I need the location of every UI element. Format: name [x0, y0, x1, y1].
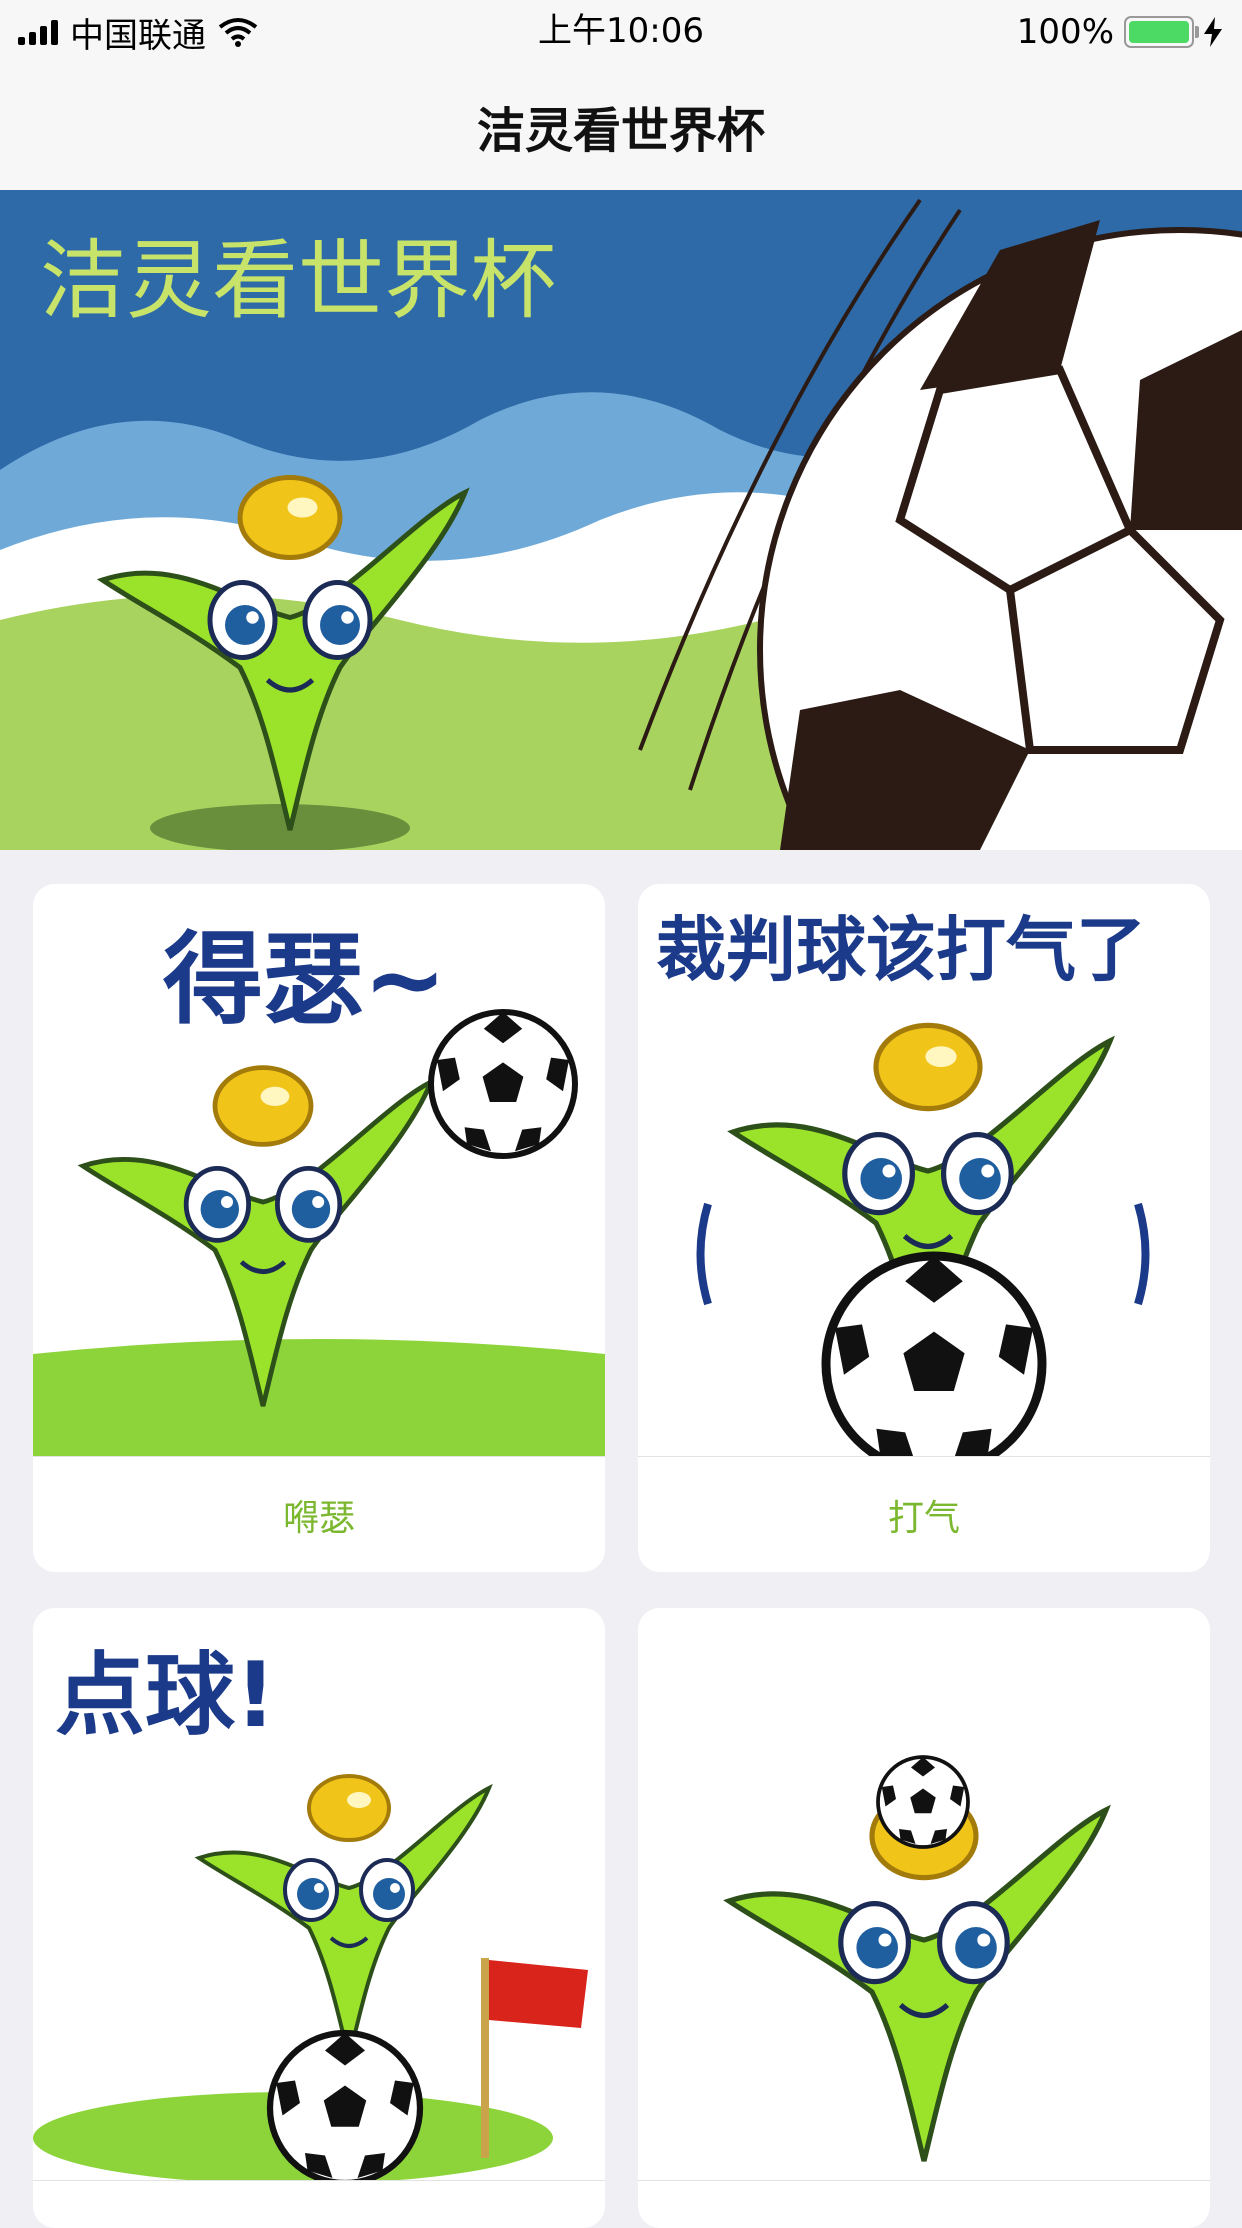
sticker-card[interactable] — [638, 1608, 1210, 2228]
sticker-caption — [638, 2180, 1210, 2228]
sticker-image: 裁判球该打气了 — [638, 884, 1210, 1456]
sticker-image-text: 得瑟~ — [163, 921, 447, 1038]
page-title: 洁灵看世界杯 — [476, 103, 765, 159]
navigation-bar: 洁灵看世界杯 — [0, 62, 1242, 191]
soccer-ball-icon — [431, 1012, 575, 1156]
banner[interactable]: 洁灵看世界杯 — [0, 190, 1242, 850]
sticker-image-text: 点球! — [55, 1643, 276, 1748]
banner-illustration: 洁灵看世界杯 — [0, 190, 1242, 850]
sticker-caption — [33, 2180, 605, 2228]
sticker-caption: 嘚瑟 — [33, 1456, 605, 1572]
status-bar: 中国联通 上午10:06 100% — [0, 0, 1242, 62]
charging-bolt-icon — [1204, 17, 1222, 47]
soccer-ball-icon — [876, 1755, 970, 1849]
sticker-image: 点球! — [33, 1608, 605, 2180]
soccer-ball-icon — [270, 2033, 420, 2180]
soccer-ball-icon — [826, 1256, 1042, 1456]
battery-percent: 100% — [1016, 12, 1114, 52]
battery-icon — [1124, 16, 1199, 48]
sticker-image-text: 裁判球该打气了 — [656, 909, 1146, 991]
sticker-card[interactable]: 得瑟~ 嘚瑟 — [33, 884, 605, 1572]
sticker-image — [638, 1608, 1210, 2180]
banner-headline: 洁灵看世界杯 — [40, 231, 556, 331]
sticker-card[interactable]: 点球! — [33, 1608, 605, 2228]
sticker-image: 得瑟~ — [33, 884, 605, 1456]
sticker-caption: 打气 — [638, 1456, 1210, 1572]
status-right: 100% — [1017, 10, 1222, 54]
sticker-card[interactable]: 裁判球该打气了 打气 — [638, 884, 1210, 1572]
